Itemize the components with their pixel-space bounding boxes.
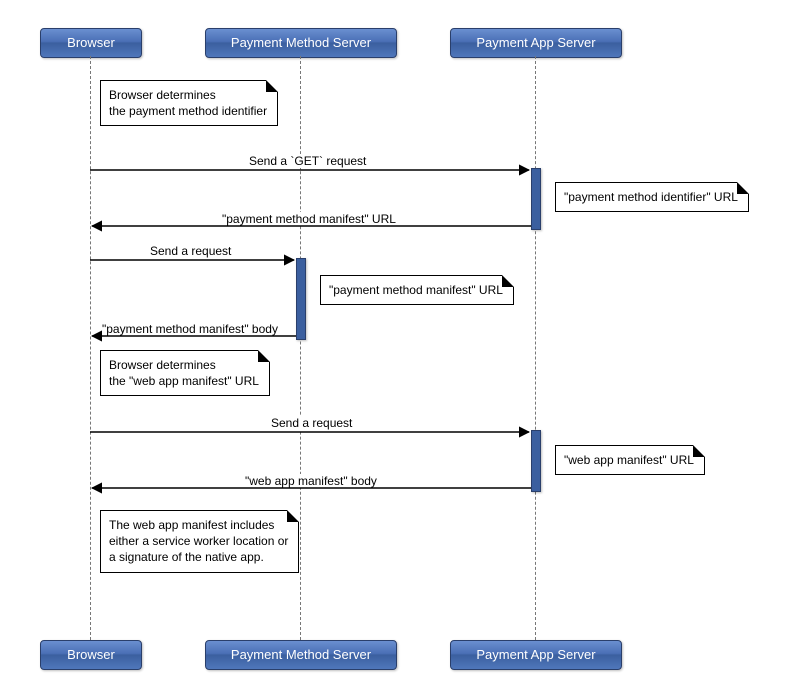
note-line: Browser determines bbox=[109, 357, 259, 373]
msg-label: Send a request bbox=[148, 244, 233, 258]
note-line: "web app manifest" URL bbox=[564, 453, 694, 467]
lifeline-browser bbox=[90, 56, 91, 640]
actor-pas-top: Payment App Server bbox=[450, 28, 622, 58]
actor-browser-top: Browser bbox=[40, 28, 142, 58]
actor-label: Payment Method Server bbox=[231, 647, 371, 662]
note-manifest-url: "payment method manifest" URL bbox=[320, 275, 514, 305]
lifeline-pas bbox=[535, 56, 536, 640]
actor-label: Browser bbox=[67, 35, 115, 50]
activation-pas-1 bbox=[531, 168, 541, 230]
msg-label: Send a request bbox=[269, 416, 354, 430]
actor-label: Payment App Server bbox=[476, 647, 595, 662]
note-line: The web app manifest includes bbox=[109, 517, 288, 533]
actor-label: Browser bbox=[67, 647, 115, 662]
note-line: the payment method identifier bbox=[109, 103, 267, 119]
msg-label: "payment method manifest" body bbox=[100, 322, 280, 336]
note-line: either a service worker location or bbox=[109, 533, 288, 549]
note-line: the "web app manifest" URL bbox=[109, 373, 259, 389]
actor-label: Payment Method Server bbox=[231, 35, 371, 50]
activation-pms-1 bbox=[296, 258, 306, 340]
actor-label: Payment App Server bbox=[476, 35, 595, 50]
msg-label: Send a `GET` request bbox=[247, 154, 368, 168]
note-line: "payment method manifest" URL bbox=[329, 283, 503, 297]
msg-label: "payment method manifest" URL bbox=[220, 212, 398, 226]
lifeline-pms bbox=[300, 56, 301, 640]
activation-pas-2 bbox=[531, 430, 541, 492]
note-line: a signature of the native app. bbox=[109, 549, 288, 565]
note-line: "payment method identifier" URL bbox=[564, 190, 738, 204]
note-line: Browser determines bbox=[109, 87, 267, 103]
actor-browser-bot: Browser bbox=[40, 640, 142, 670]
note-determine-webapp-url: Browser determines the "web app manifest… bbox=[100, 350, 270, 396]
note-webapp-url: "web app manifest" URL bbox=[555, 445, 705, 475]
note-identifier-url: "payment method identifier" URL bbox=[555, 182, 749, 212]
actor-pms-top: Payment Method Server bbox=[205, 28, 397, 58]
msg-label: "web app manifest" body bbox=[243, 474, 379, 488]
actor-pas-bot: Payment App Server bbox=[450, 640, 622, 670]
note-determine-identifier: Browser determines the payment method id… bbox=[100, 80, 278, 126]
sequence-diagram: Browser Payment Method Server Payment Ap… bbox=[20, 20, 780, 678]
note-webapp-content: The web app manifest includes either a s… bbox=[100, 510, 299, 573]
actor-pms-bot: Payment Method Server bbox=[205, 640, 397, 670]
